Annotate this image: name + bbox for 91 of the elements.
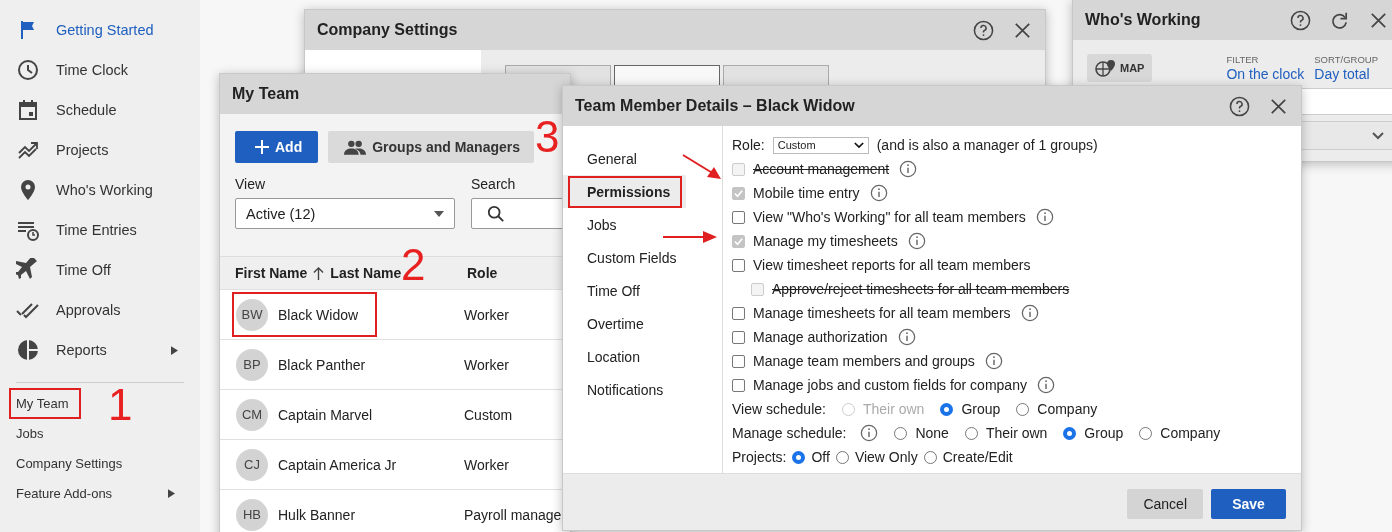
permission-option[interactable]: Manage team members and groups [732, 349, 1003, 373]
role-label: Role: [732, 137, 765, 153]
sort-label: SORT/GROUP [1314, 54, 1378, 65]
sidebar-link[interactable]: Feature Add-ons [9, 477, 188, 509]
column-header[interactable]: Last Name [330, 265, 402, 281]
role-cell: Custom [464, 406, 513, 423]
column-header[interactable]: First Name [235, 265, 308, 281]
search-label: Search [471, 176, 517, 192]
permission-option[interactable]: Manage timesheets for all team members [732, 301, 1039, 325]
filter-label: FILTER [1226, 54, 1260, 65]
nav-item[interactable]: Jobs [563, 208, 686, 241]
nav-label: General [586, 149, 638, 169]
window-title: Company Settings [317, 21, 458, 39]
role-dropdown[interactable]: Custom [772, 136, 869, 154]
sidebar-item[interactable]: Time Off [16, 250, 184, 290]
nav-label: Jobs [586, 215, 618, 235]
sidebar-link[interactable]: Jobs [9, 417, 56, 449]
member-name: Captain America Jr [278, 456, 397, 473]
sidebar-item[interactable]: Who's Working [16, 170, 184, 210]
sidebar-label: Schedule [56, 102, 118, 118]
view-label: View [235, 176, 267, 192]
view-dropdown[interactable]: Active (12) [235, 198, 455, 229]
sidebar-item[interactable]: Time Entries [16, 210, 184, 250]
sidebar-label: Time Off [56, 262, 112, 278]
sidebar-item[interactable]: Time Clock [16, 50, 184, 90]
radio-label: Company [1160, 425, 1221, 441]
member-name: Captain Marvel [278, 406, 373, 423]
nav-item[interactable]: Custom Fields [563, 241, 686, 274]
sidebar-label: Reports [56, 342, 108, 358]
sidebar-item[interactable]: Schedule [16, 90, 184, 130]
member-name: Black Panther [278, 356, 366, 373]
member-name: Black Widow [278, 306, 359, 323]
save-button[interactable]: Save [1211, 488, 1286, 519]
nav-label: Location [586, 347, 641, 367]
filter-link[interactable]: On the clock [1226, 66, 1305, 82]
nav-label: Overtime [586, 314, 645, 334]
permission-option[interactable]: View timesheet reports for all team members [732, 253, 1031, 277]
avatar: CM [236, 398, 268, 431]
radio-label: Their own [862, 401, 925, 417]
sidebar-label: Time Entries [56, 222, 138, 238]
radio-label: Group [1084, 425, 1124, 441]
map-button[interactable]: MAP [1087, 54, 1153, 82]
avatar: BP [236, 348, 268, 381]
radio-label: Group [961, 401, 1001, 417]
sidebar-label: Projects [56, 142, 110, 158]
nav-item[interactable]: General [563, 142, 686, 175]
sidebar-label: Approvals [56, 302, 122, 318]
radio-label: None [915, 425, 949, 441]
window-title: Team Member Details – Black Widow [575, 97, 855, 115]
avatar: HB [236, 498, 268, 531]
avatar: BW [236, 298, 268, 331]
sidebar-label: Who's Working [56, 182, 154, 198]
sidebar-item[interactable]: Getting Started [16, 10, 184, 50]
permission-option[interactable]: View "Who's Working" for all team members [732, 205, 1054, 229]
annotation-number: 1 [108, 383, 133, 427]
role-note: (and is also a manager of 1 groups) [876, 137, 1098, 153]
nav-label: Notifications [586, 380, 665, 400]
role-cell: Worker [464, 456, 509, 473]
sidebar-item[interactable]: Projects [16, 130, 184, 170]
sidebar-label: Time Clock [56, 62, 129, 78]
sort-link[interactable]: Day total [1314, 66, 1378, 82]
annotation-number: 3 [535, 115, 560, 159]
radio-label: Their own [985, 425, 1048, 441]
window-title: My Team [232, 85, 300, 103]
sidebar-link[interactable]: Company Settings [9, 447, 135, 479]
permission-option[interactable]: Manage jobs and custom fields for company [732, 373, 1055, 397]
sidebar-item[interactable]: Approvals [16, 290, 184, 330]
role-cell: Worker [464, 306, 509, 323]
radio-group[interactable]: Manage schedule: None Their own Group Company [732, 421, 1221, 445]
role-cell: Payroll manage [464, 506, 562, 523]
nav-label: Time Off [586, 281, 641, 301]
radio-label: Company [1037, 401, 1098, 417]
groups-button[interactable]: Groups and Managers [328, 131, 535, 163]
radio-label: Off [811, 449, 830, 465]
annotation-number: 2 [401, 243, 426, 287]
member-name: Hulk Banner [278, 506, 356, 523]
add-button[interactable]: Add [235, 131, 319, 163]
avatar: CJ [236, 448, 268, 481]
radio-group[interactable]: Projects: Off View Only Create/Edit [732, 445, 1221, 469]
table-row[interactable]: HB Hulk Banner Payroll manage [220, 489, 570, 532]
sidebar-label: Getting Started [56, 22, 155, 38]
sidebar-item[interactable]: Reports [16, 330, 184, 370]
permission-option[interactable]: Manage authorization [732, 325, 916, 349]
radio-label: Create/Edit [942, 449, 1013, 465]
role-cell: Worker [464, 356, 509, 373]
nav-label: Custom Fields [586, 248, 678, 268]
column-header[interactable]: Role [467, 265, 498, 281]
radio-label: View Only [854, 449, 918, 465]
cancel-button[interactable]: Cancel [1127, 488, 1203, 519]
window-title: Who's Working [1085, 11, 1201, 29]
sidebar-link[interactable]: My Team [9, 387, 81, 419]
